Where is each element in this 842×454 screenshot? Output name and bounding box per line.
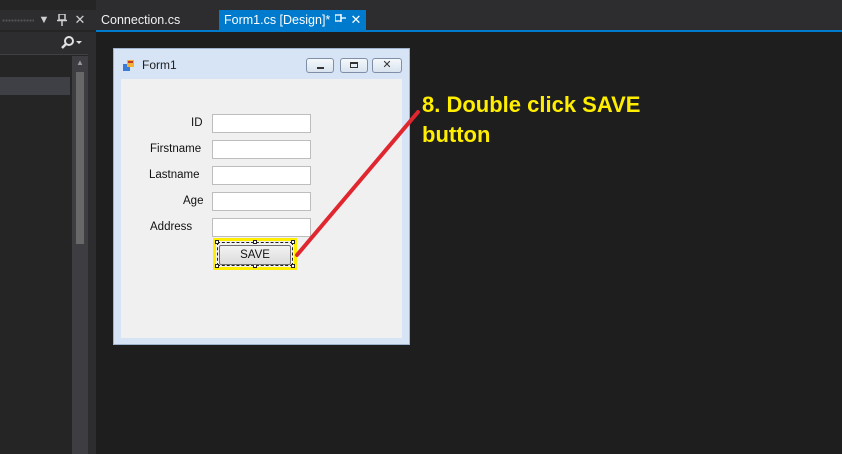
panel-scrollbar[interactable]: ▲ bbox=[72, 56, 88, 454]
tab-label: Connection.cs bbox=[101, 13, 181, 27]
address-input[interactable] bbox=[212, 218, 311, 237]
form-app-icon bbox=[123, 59, 135, 71]
firstname-label: Firstname bbox=[150, 143, 202, 155]
id-input[interactable] bbox=[212, 114, 311, 133]
tab-connection[interactable]: Connection.cs bbox=[96, 10, 216, 30]
resize-handle[interactable] bbox=[215, 264, 219, 268]
panel-splitter[interactable] bbox=[88, 32, 96, 454]
close-icon[interactable]: ✕ bbox=[72, 11, 88, 29]
annotation-line-1: 8. Double click SAVE bbox=[422, 92, 641, 117]
resize-handle[interactable] bbox=[291, 240, 295, 244]
form-titlebar[interactable]: Form1 ✕ bbox=[114, 49, 409, 79]
address-label: Address bbox=[150, 221, 193, 233]
maximize-icon[interactable] bbox=[340, 58, 368, 73]
lastname-label: Lastname bbox=[149, 169, 200, 181]
form-title: Form1 bbox=[142, 58, 177, 72]
drag-grip[interactable] bbox=[2, 19, 34, 22]
save-button[interactable]: SAVE bbox=[219, 245, 291, 265]
scroll-up-icon[interactable]: ▲ bbox=[72, 58, 88, 67]
resize-handle[interactable] bbox=[215, 240, 219, 244]
resize-handle[interactable] bbox=[291, 264, 295, 268]
scroll-thumb[interactable] bbox=[76, 72, 84, 244]
dropdown-arrow-icon[interactable]: ▼ bbox=[36, 11, 52, 29]
id-label: ID bbox=[191, 117, 203, 129]
panel-toolbar bbox=[0, 32, 96, 55]
age-input[interactable] bbox=[212, 192, 311, 211]
window-close-icon[interactable]: ✕ bbox=[372, 58, 402, 73]
selected-tree-item[interactable] bbox=[0, 77, 70, 95]
resize-handle[interactable] bbox=[253, 240, 257, 244]
lastname-input[interactable] bbox=[212, 166, 311, 185]
pin-icon[interactable] bbox=[54, 11, 70, 29]
pin-icon[interactable] bbox=[333, 10, 347, 30]
panel-header: ▼ ✕ bbox=[0, 10, 96, 30]
close-icon[interactable]: ✕ bbox=[349, 10, 363, 30]
tab-form1-design[interactable]: Form1.cs [Design]* ✕ bbox=[219, 10, 366, 30]
tab-label: Form1.cs [Design]* bbox=[224, 13, 331, 27]
age-label: Age bbox=[183, 195, 204, 207]
annotation-line-2: button bbox=[422, 122, 491, 147]
form-window[interactable]: Form1 ✕ ID Firstname Lastname Age Addres… bbox=[113, 48, 410, 345]
annotation-text: 8. Double click SAVE button bbox=[422, 90, 742, 150]
form-client-area[interactable]: ID Firstname Lastname Age Address bbox=[121, 79, 402, 338]
firstname-input[interactable] bbox=[212, 140, 311, 159]
document-tab-bar: Connection.cs Form1.cs [Design]* ✕ bbox=[96, 0, 842, 30]
minimize-icon[interactable] bbox=[306, 58, 334, 73]
search-icon[interactable] bbox=[60, 35, 90, 51]
